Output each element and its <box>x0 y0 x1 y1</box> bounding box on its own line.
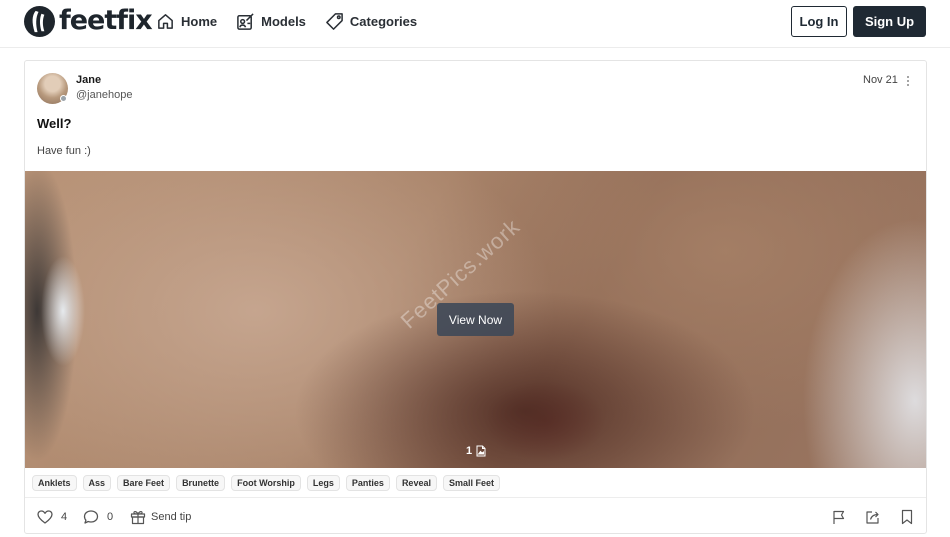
tag-chip[interactable]: Panties <box>345 475 390 491</box>
tag-chip[interactable]: Foot Worship <box>231 475 301 491</box>
brand-logo[interactable]: feetfix <box>24 5 153 37</box>
heart-icon <box>37 510 53 524</box>
post-card: Jane @janehope Nov 21 Well? Have fun :) … <box>24 60 927 534</box>
tag-chip[interactable]: Brunette <box>176 475 226 491</box>
author-name[interactable]: Jane <box>76 74 101 86</box>
divider <box>25 497 926 498</box>
gift-icon <box>130 511 146 525</box>
comment-button[interactable]: 0 <box>83 509 113 525</box>
report-button[interactable] <box>831 509 847 525</box>
bookmark-icon <box>901 509 913 525</box>
author-handle[interactable]: @janehope <box>76 89 132 101</box>
send-tip-button[interactable]: Send tip <box>130 509 191 525</box>
media-count: 1 <box>466 445 486 457</box>
nav-label-home: Home <box>181 13 218 29</box>
post-date: Nov 21 <box>863 74 898 86</box>
tag-chip[interactable]: Ass <box>82 475 112 491</box>
send-tip-label: Send tip <box>151 511 192 523</box>
tag-icon <box>326 12 343 30</box>
image-file-icon <box>476 445 486 457</box>
view-now-button[interactable]: View Now <box>437 303 514 336</box>
top-header: feetfix Home Models Categories Log In Si… <box>0 0 950 48</box>
share-icon <box>866 511 879 524</box>
post-media[interactable]: FeetPics.work View Now 1 <box>25 171 926 468</box>
home-icon <box>158 13 173 29</box>
brand-name: feetfix <box>59 5 153 36</box>
tag-chip[interactable]: Reveal <box>395 475 437 491</box>
nav-label-models: Models <box>261 13 306 29</box>
flag-icon <box>833 510 845 524</box>
bookmark-button[interactable] <box>899 509 915 525</box>
post-title: Well? <box>37 116 72 131</box>
more-options-icon[interactable] <box>904 74 912 88</box>
nav-item-home[interactable]: Home <box>156 12 217 31</box>
tag-chip[interactable]: Anklets <box>32 475 77 491</box>
online-status-dot <box>60 95 67 102</box>
like-button[interactable]: 4 <box>37 509 67 525</box>
models-icon <box>237 12 254 30</box>
main-nav: Home Models Categories <box>156 11 436 31</box>
tag-chip[interactable]: Small Feet <box>442 475 500 491</box>
comment-icon <box>83 510 99 524</box>
nav-item-models[interactable]: Models <box>236 12 306 31</box>
post-text: Have fun :) <box>37 145 91 157</box>
nav-label-categories: Categories <box>349 13 418 29</box>
tag-chip[interactable]: Legs <box>306 475 340 491</box>
tag-list: Anklets Ass Bare Feet Brunette Foot Wors… <box>32 475 506 491</box>
nav-item-categories[interactable]: Categories <box>325 12 417 31</box>
like-count: 4 <box>61 511 68 523</box>
login-button[interactable]: Log In <box>791 6 847 37</box>
share-button[interactable] <box>865 509 881 525</box>
comment-count: 0 <box>107 511 114 523</box>
signup-button[interactable]: Sign Up <box>853 6 926 37</box>
feetfix-logo-icon <box>24 5 55 37</box>
tag-chip[interactable]: Bare Feet <box>117 475 171 491</box>
media-count-number: 1 <box>466 445 473 457</box>
